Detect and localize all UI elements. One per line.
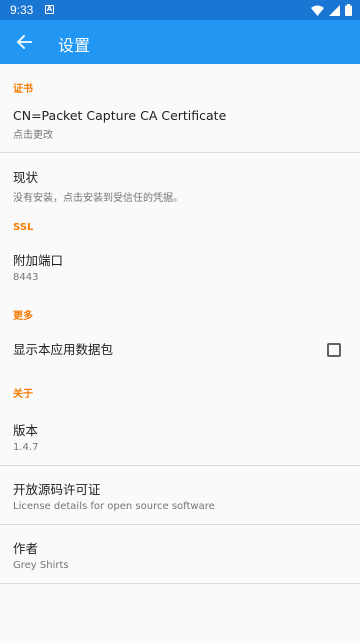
setting-title: 版本 bbox=[13, 423, 39, 438]
setting-title: 开放源码许可证 bbox=[13, 482, 101, 497]
signal-icon bbox=[329, 4, 340, 16]
setting-title: CN=Packet Capture CA Certificate bbox=[13, 108, 227, 123]
setting-version[interactable]: 版本 1.4.7 bbox=[0, 407, 360, 465]
page-title: 设置 bbox=[58, 36, 91, 55]
battery-icon bbox=[345, 4, 352, 16]
section-header-ssl: SSL bbox=[13, 222, 34, 233]
setting-open-source-licenses[interactable]: 开放源码许可证 License details for open source … bbox=[0, 466, 360, 524]
setting-summary: 1.4.7 bbox=[13, 442, 39, 453]
system-icons bbox=[311, 4, 352, 16]
setting-title: 附加端口 bbox=[13, 253, 64, 268]
setting-certificate-status[interactable]: 现状 没有安装，点击安装到受信任的凭据。 bbox=[0, 153, 360, 211]
divider bbox=[0, 583, 360, 584]
arrow-back-icon bbox=[16, 34, 32, 50]
section-header-certificate: 证书 bbox=[13, 84, 33, 95]
setting-certificate-cn[interactable]: CN=Packet Capture CA Certificate 点击更改 bbox=[0, 106, 360, 152]
setting-author[interactable]: 作者 Grey Shirts bbox=[0, 525, 360, 583]
setting-summary: 没有安装，点击安装到受信任的凭据。 bbox=[13, 193, 183, 204]
app-bar: 设置 bbox=[0, 20, 360, 64]
section-header-more: 更多 bbox=[13, 311, 33, 322]
status-time: 9:33 bbox=[10, 3, 34, 17]
setting-extra-port[interactable]: 附加端口 8443 bbox=[0, 247, 360, 299]
setting-summary: License details for open source software bbox=[13, 501, 215, 512]
setting-show-own-packets[interactable]: 显示本应用数据包 bbox=[0, 329, 360, 371]
status-bar: 9:33 A bbox=[0, 0, 360, 20]
setting-summary: 点击更改 bbox=[13, 130, 53, 141]
notification-a-icon: A bbox=[45, 5, 54, 14]
settings-list: 证书 CN=Packet Capture CA Certificate 点击更改… bbox=[0, 64, 360, 584]
back-button[interactable] bbox=[10, 28, 38, 56]
section-header-about: 关于 bbox=[13, 389, 33, 400]
setting-title: 显示本应用数据包 bbox=[13, 342, 114, 357]
setting-title: 现状 bbox=[13, 170, 39, 185]
setting-summary: 8443 bbox=[13, 272, 39, 283]
setting-title: 作者 bbox=[13, 541, 39, 556]
wifi-icon bbox=[311, 5, 324, 16]
setting-summary: Grey Shirts bbox=[13, 560, 69, 571]
show-own-packets-checkbox[interactable] bbox=[327, 343, 341, 357]
